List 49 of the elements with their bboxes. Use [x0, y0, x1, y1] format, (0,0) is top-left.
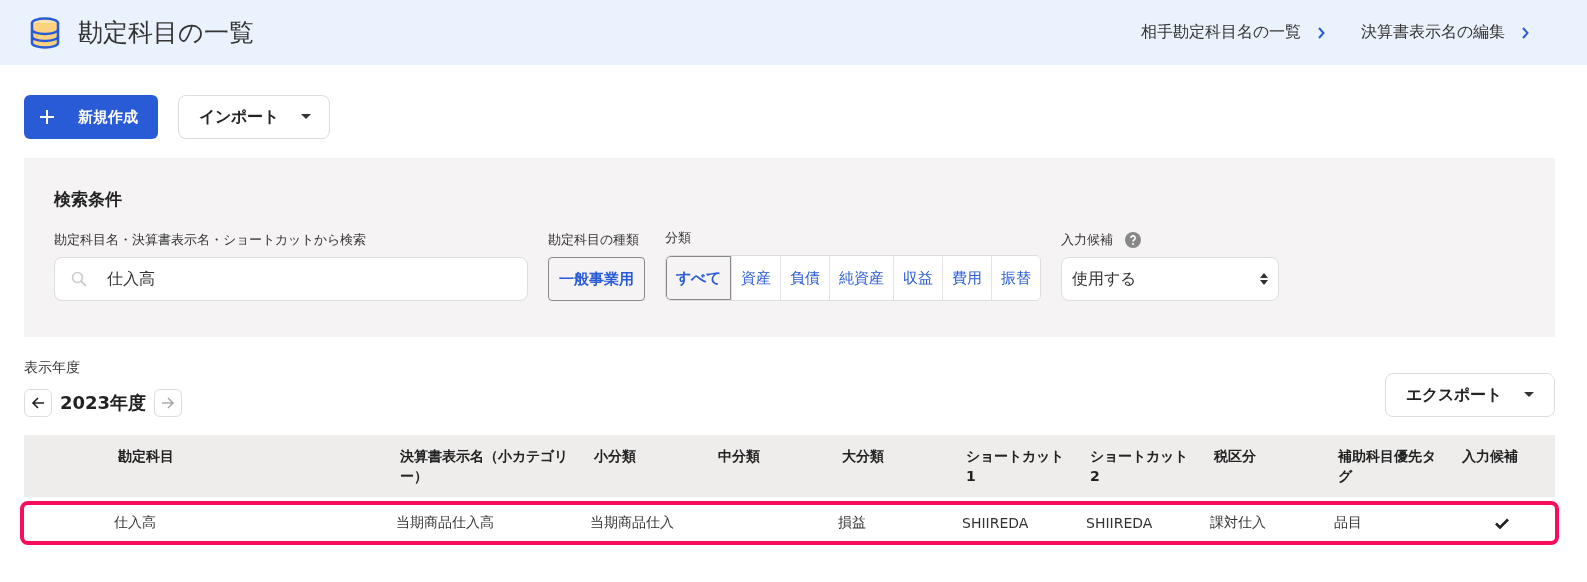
arrow-left-icon — [31, 396, 45, 410]
column-header: 中分類 — [718, 447, 761, 466]
search-icon — [71, 271, 87, 287]
search-field[interactable]: 仕入高 — [54, 257, 528, 301]
header-link[interactable]: 決算書表示名の編集 — [1361, 22, 1529, 43]
column-header: 小分類 — [594, 447, 637, 466]
table-cell-text: 損益 — [838, 514, 867, 532]
create-button[interactable]: 新規作成 — [24, 95, 158, 139]
field-label: 勘定科目名・決算書表示名・ショートカットから検索 — [54, 231, 367, 249]
column-header: ショートカット1 — [966, 447, 1065, 486]
table-cell-text: SHIIREDA — [962, 515, 1030, 531]
table-row[interactable]: 仕入高 当期商品仕入高 当期商品仕入 損益 SHIIREDA SHIIREDA 課対仕入 品目 — [20, 501, 1559, 545]
plus-icon — [40, 110, 54, 124]
panel-heading: 検索条件 — [54, 188, 123, 211]
caret-down-icon — [1524, 392, 1534, 398]
column-header: 入力候補 — [1462, 447, 1519, 466]
import-dropdown-button[interactable]: インポート — [178, 95, 330, 139]
page-title: 勘定科目の一覧 — [78, 17, 254, 49]
field-label: 入力候補 — [1061, 231, 1113, 249]
chevron-right-icon — [1317, 26, 1325, 39]
chevron-right-icon — [1521, 26, 1529, 39]
previous-year-button[interactable] — [24, 389, 52, 417]
field-label: 勘定科目の種類 — [548, 231, 640, 249]
fiscal-year: 2023年度 — [60, 391, 147, 415]
column-header: 補助科目優先タグ — [1338, 447, 1437, 486]
table-cell-text: 課対仕入 — [1210, 514, 1267, 532]
category-tab[interactable]: すべて — [666, 256, 731, 300]
column-header: 決算書表示名（小カテゴリー） — [400, 447, 569, 486]
category-tab[interactable]: 振替 — [991, 256, 1040, 300]
column-header: 勘定科目 — [118, 447, 175, 466]
table-cell-text: 品目 — [1334, 514, 1363, 532]
caret-down-icon — [301, 114, 311, 120]
suggest-select[interactable]: 使用する — [1061, 257, 1279, 301]
year-label: 表示年度 — [24, 359, 81, 377]
field-label: 分類 — [665, 229, 692, 247]
table-cell-text: 当期商品仕入高 — [396, 514, 495, 532]
account-type-button[interactable]: 一般事業用 — [548, 257, 645, 301]
export-dropdown-button[interactable]: エクスポート — [1385, 373, 1555, 417]
updown-caret-icon — [1260, 273, 1268, 285]
column-header: 税区分 — [1214, 447, 1257, 466]
help-icon[interactable] — [1125, 232, 1141, 248]
arrow-right-icon — [161, 396, 176, 410]
table-cell-text: SHIIREDA — [1086, 515, 1154, 531]
database-icon — [30, 16, 60, 49]
column-header: ショートカット2 — [1090, 447, 1189, 486]
table-cell-text: 当期商品仕入 — [590, 514, 675, 532]
header-link[interactable]: 相手勘定科目名の一覧 — [1141, 22, 1325, 43]
column-header: 大分類 — [842, 447, 885, 466]
table-cell-text: 仕入高 — [114, 514, 157, 532]
